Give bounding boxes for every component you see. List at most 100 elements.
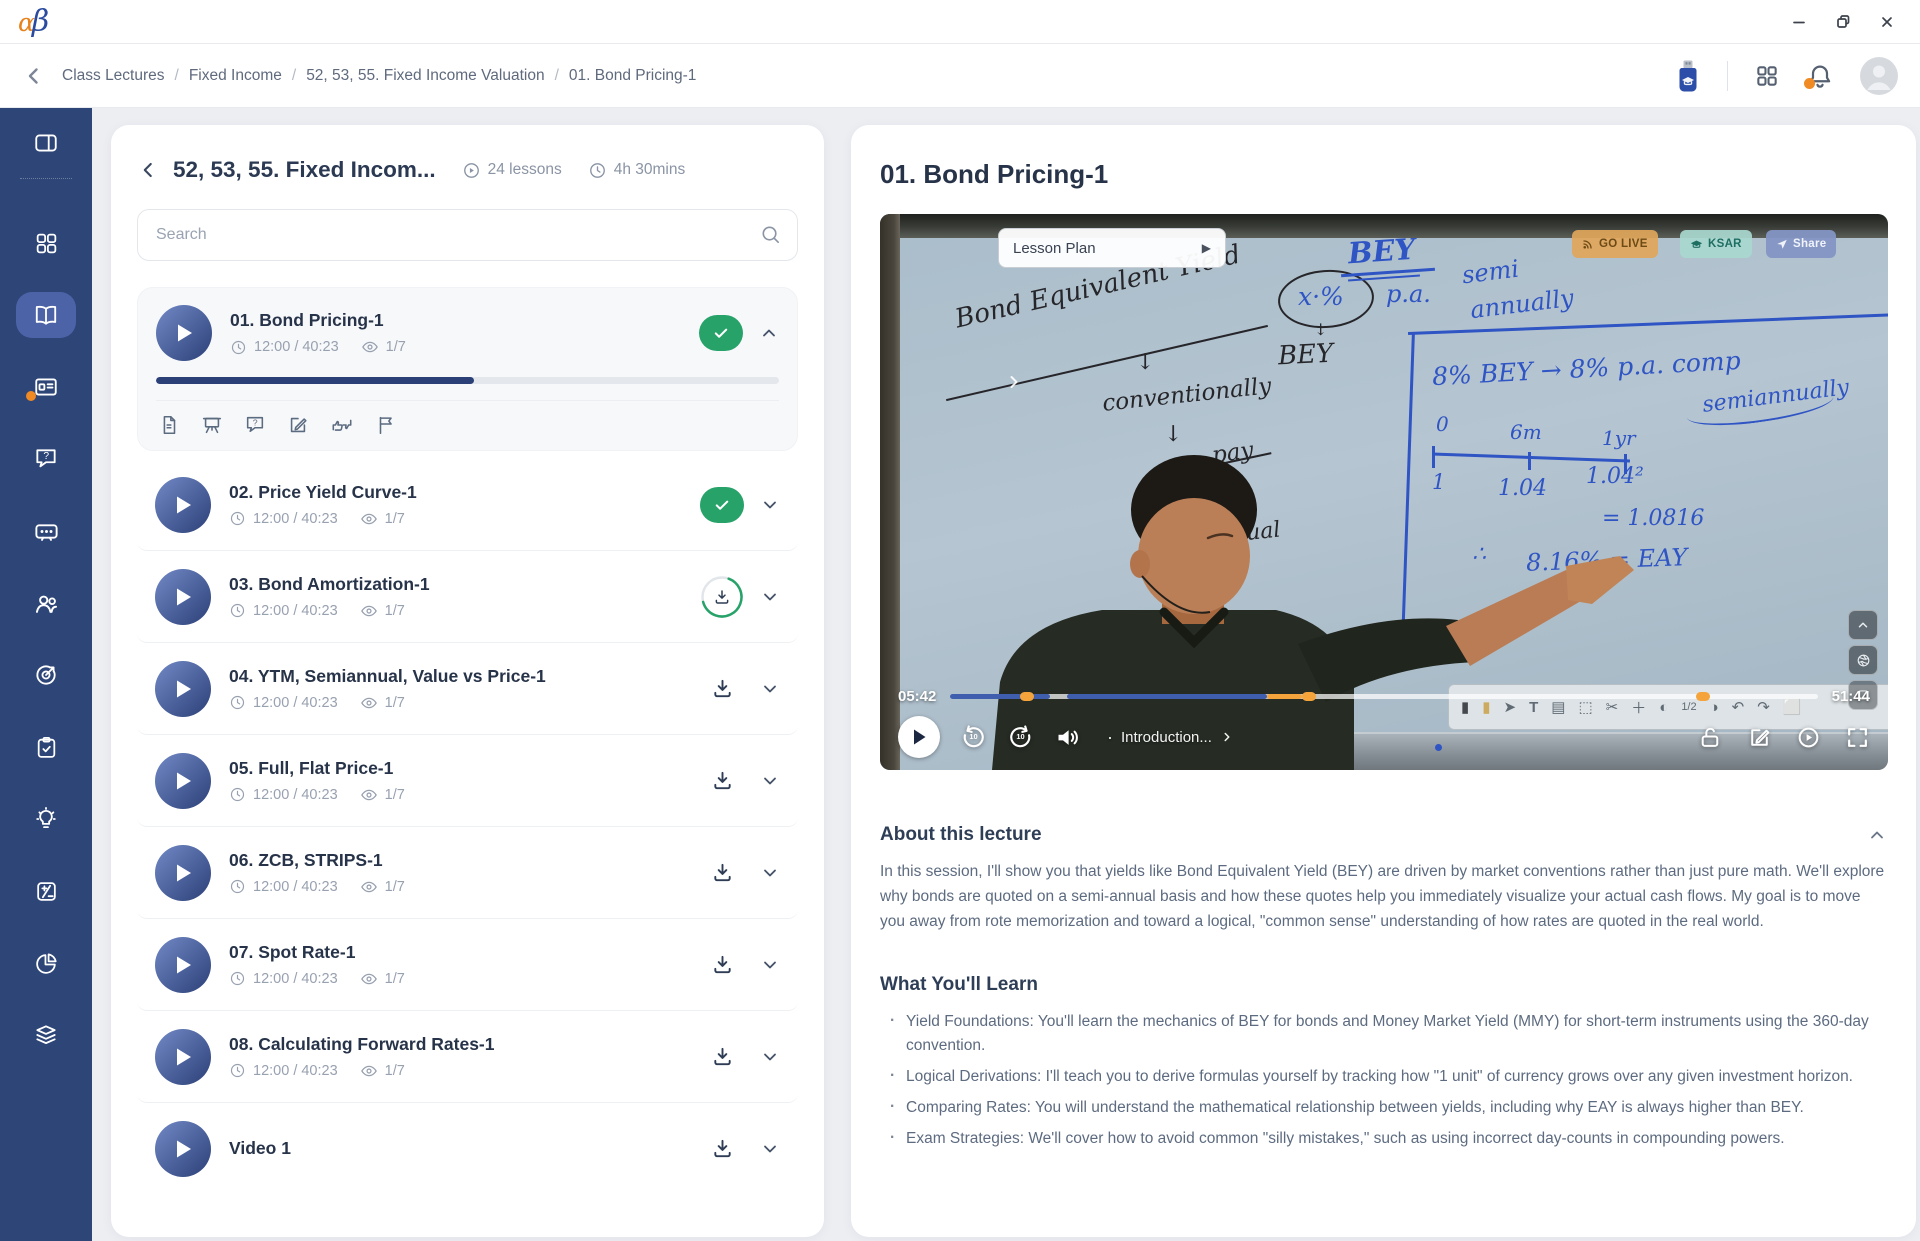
search-input[interactable] [137,209,798,261]
breadcrumb-item[interactable]: 52, 53, 55. Fixed Income Valuation [306,67,544,85]
breadcrumb-item[interactable]: Class Lectures [62,67,165,85]
news-badge [26,391,36,401]
lesson-time: 12:00 / 40:23 [253,787,338,803]
chevron-down-icon[interactable] [760,863,780,883]
lesson-time: 12:00 / 40:23 [253,511,338,527]
chevron-down-icon[interactable] [760,495,780,515]
thumbs-feedback-icon[interactable] [330,414,354,436]
lock-open-icon[interactable] [1698,725,1723,750]
apps-grid-icon[interactable] [1754,63,1780,89]
volume-icon[interactable] [1054,724,1081,751]
download-button[interactable] [700,1127,744,1171]
seek-bar[interactable] [950,694,1817,699]
collapse-chevron-icon[interactable] [1867,825,1887,845]
lesson-meta: 12:00 / 40:23 1/7 [230,338,406,356]
lesson-play-button[interactable] [155,1121,211,1177]
sidebar-item-live-classes[interactable] [0,495,92,567]
user-avatar[interactable] [1860,57,1898,95]
document-icon[interactable] [158,414,180,436]
sidebar-item-reports[interactable] [0,927,92,999]
lesson-row[interactable]: 04. YTM, Semiannual, Value vs Price-1 12… [137,643,798,735]
learn-bullet: Yield Foundations: You'll learn the mech… [880,1010,1887,1058]
lesson-row[interactable]: 08. Calculating Forward Rates-1 12:00 / … [137,1011,798,1103]
completed-badge [700,487,744,523]
download-button[interactable] [700,943,744,987]
chevron-down-icon[interactable] [760,1047,780,1067]
presentation-icon[interactable] [201,414,223,436]
chevron-down-icon[interactable] [760,1139,780,1159]
chevron-down-icon[interactable] [760,955,780,975]
lesson-row[interactable]: 05. Full, Flat Price-1 12:00 / 40:23 1/7 [137,735,798,827]
lesson-title: 07. Spot Rate-1 [229,942,405,963]
learn-heading: What You'll Learn [880,974,1887,996]
video-player[interactable]: Bond Equivalent Yield ↓ conventionally ↓… [880,214,1888,770]
chevron-down-icon[interactable] [760,587,780,607]
close-button[interactable] [1872,7,1902,37]
chevron-down-icon[interactable] [760,771,780,791]
minimize-button[interactable] [1784,7,1814,37]
lesson-play-button[interactable] [155,569,211,625]
download-button[interactable] [700,851,744,895]
lesson-row[interactable]: 06. ZCB, STRIPS-1 12:00 / 40:23 1/7 [137,827,798,919]
lesson-plan-button: Lesson Plan▶ [998,228,1226,268]
notification-bell-icon[interactable] [1806,62,1834,90]
course-back-button[interactable] [137,159,159,181]
share-badge: Share [1766,230,1836,258]
sidebar-item-dashboard[interactable] [0,207,92,279]
back-button[interactable] [22,64,46,88]
chapter-marker[interactable] [1020,692,1034,701]
lesson-views: 1/7 [386,339,406,355]
rewind-10-icon[interactable]: 10 [960,724,987,751]
sidebar-item-calculator[interactable] [0,855,92,927]
maximize-restore-button[interactable] [1828,7,1858,37]
chevron-up-icon[interactable] [759,323,779,343]
lesson-row[interactable]: Video 1 [137,1103,798,1187]
about-body: In this session, I'll show you that yiel… [880,859,1885,934]
lesson-play-button[interactable] [156,305,212,361]
lesson-row-expanded[interactable]: 01. Bond Pricing-1 12:00 / 40:23 1/7 ? [137,287,798,451]
sidebar-item-resources[interactable] [0,999,92,1071]
lesson-play-button[interactable] [155,845,211,901]
forward-10-icon[interactable]: 10 [1007,724,1034,751]
chapter-marker[interactable] [1302,692,1316,701]
lesson-play-button[interactable] [155,753,211,809]
download-button[interactable] [700,1035,744,1079]
usb-drive-icon[interactable] [1675,59,1701,93]
lesson-play-button[interactable] [155,937,211,993]
lesson-row[interactable]: 02. Price Yield Curve-1 12:00 / 40:23 1/… [137,459,798,551]
comment-question-icon[interactable]: ? [244,414,266,436]
lesson-row[interactable]: 07. Spot Rate-1 12:00 / 40:23 1/7 [137,919,798,1011]
downloading-indicator[interactable] [700,575,744,619]
chapter-label[interactable]: ·Introduction... [1107,729,1234,746]
lesson-play-button[interactable] [155,477,211,533]
play-button[interactable] [898,716,940,758]
flag-icon[interactable] [375,414,397,436]
learn-bullet: Exam Strategies: We'll cover how to avoi… [880,1127,1887,1151]
fullscreen-icon[interactable] [1845,725,1870,750]
lesson-time: 12:00 / 40:23 [254,339,339,355]
sidebar-item-news[interactable] [0,351,92,423]
chapter-marker[interactable] [1696,692,1710,701]
edit-note-icon[interactable] [287,414,309,436]
breadcrumb-separator: / [292,67,296,85]
download-button[interactable] [700,759,744,803]
sidebar-item-lectures[interactable] [0,279,92,351]
lesson-row[interactable]: 03. Bond Amortization-1 12:00 / 40:23 1/… [137,551,798,643]
search-icon[interactable] [759,223,782,246]
chevron-down-icon[interactable] [760,679,780,699]
lesson-play-button[interactable] [155,1029,211,1085]
playback-settings-icon[interactable] [1796,725,1821,750]
breadcrumb-item[interactable]: Fixed Income [189,67,282,85]
sidebar-item-tasks[interactable] [0,711,92,783]
sidebar-item-ideas[interactable] [0,783,92,855]
lesson-meta: 12:00 / 40:23 1/7 [229,970,405,988]
sidebar-item-community[interactable] [0,567,92,639]
sidebar-item-doubts[interactable]: ? [0,423,92,495]
sidebar-toggle-icon[interactable] [0,108,92,178]
app-header: Class Lectures/Fixed Income/52, 53, 55. … [0,44,1920,108]
sidebar-item-goals[interactable] [0,639,92,711]
edit-icon[interactable] [1747,725,1772,750]
download-button[interactable] [700,667,744,711]
lesson-play-button[interactable] [155,661,211,717]
course-panel: 52, 53, 55. Fixed Incom... 24 lessons 4h… [111,125,824,1237]
